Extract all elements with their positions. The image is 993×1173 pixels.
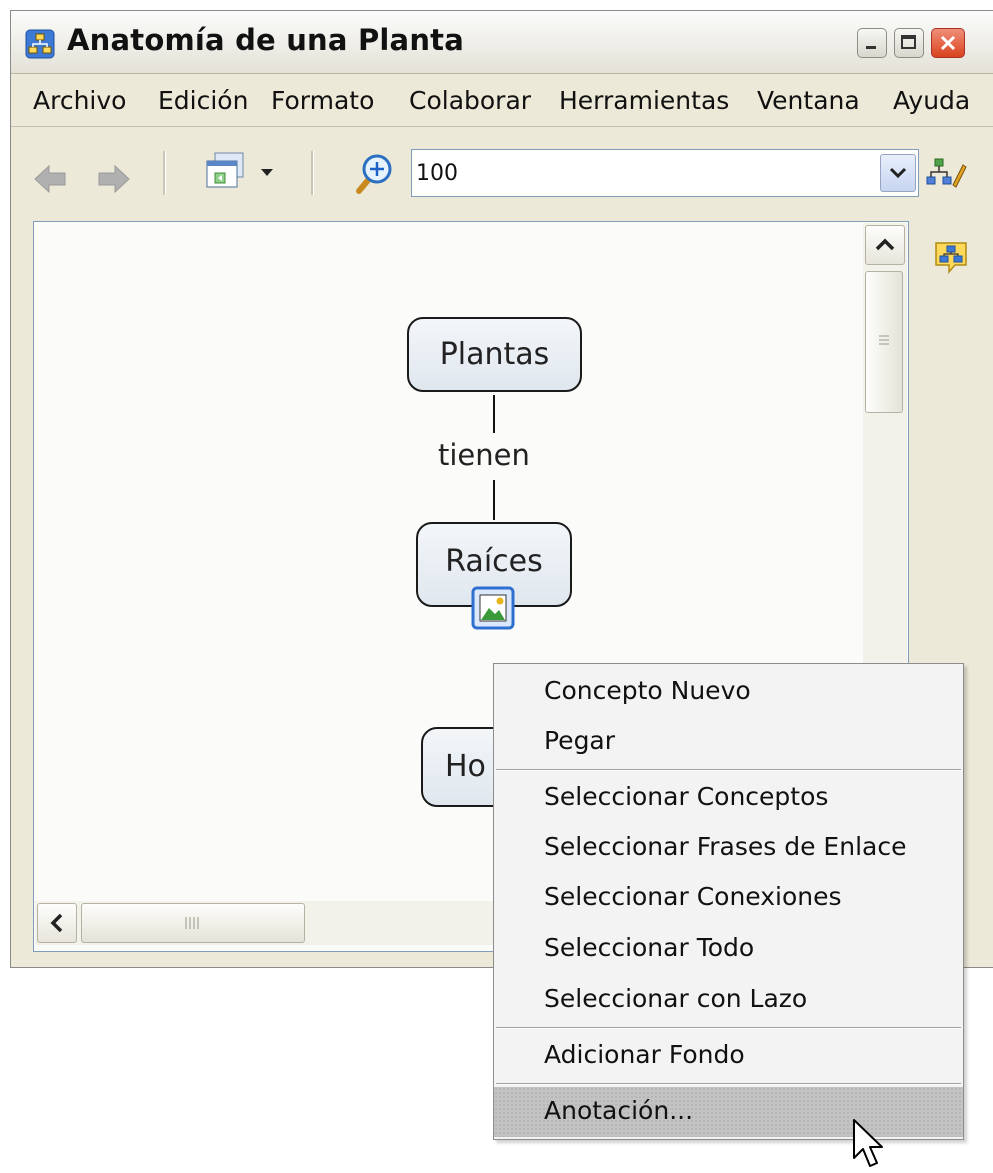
scroll-left-button[interactable] [37,903,77,943]
menu-ayuda[interactable]: Ayuda [893,86,970,115]
menu-item-anotacion[interactable]: Anotación... [494,1087,963,1137]
menu-item-seleccionar-con-lazo[interactable]: Seleccionar con Lazo [494,975,963,1023]
concept-map-comment-icon[interactable] [933,239,969,275]
menu-bar: Archivo Edición Formato Colaborar Herram… [11,74,993,127]
zoom-icon[interactable] [349,149,399,199]
link-phrase-tienen[interactable]: tienen [438,438,530,472]
vertical-scroll-thumb[interactable] [865,271,903,413]
chevron-up-icon [875,238,895,251]
chevron-left-icon [50,913,63,933]
back-arrow-icon[interactable] [31,159,71,199]
zoom-input[interactable] [416,156,856,190]
chevron-down-icon [889,167,907,179]
menu-edicion[interactable]: Edición [158,86,248,115]
style-palette-icon[interactable] [923,155,967,195]
connection-line [493,480,495,520]
menu-herramientas[interactable]: Herramientas [559,86,729,115]
menu-separator [496,769,961,771]
mouse-pointer-icon [853,1119,883,1167]
forward-arrow-icon[interactable] [93,159,133,199]
image-resource-icon[interactable] [471,586,515,630]
maximize-icon [901,35,916,49]
menu-item-adicionar-fondo[interactable]: Adicionar Fondo [494,1031,963,1079]
view-window-button[interactable] [201,151,279,195]
minimize-button[interactable] [857,28,887,58]
concept-label: Ho [445,749,486,784]
menu-item-seleccionar-conexiones[interactable]: Seleccionar Conexiones [494,873,963,921]
menu-separator [496,1083,961,1085]
menu-archivo[interactable]: Archivo [33,86,126,115]
menu-colaborar[interactable]: Colaborar [409,86,531,115]
cmap-app-icon [25,29,55,59]
zoom-dropdown-button[interactable] [880,154,916,192]
connection-line [493,395,495,433]
title-bar[interactable]: Anatomía de una Planta [11,11,993,74]
maximize-button[interactable] [894,28,924,58]
view-window-icon [206,152,244,188]
grip-icon [879,335,889,345]
menu-item-concepto-nuevo[interactable]: Concepto Nuevo [494,667,963,715]
menu-formato[interactable]: Formato [271,86,374,115]
chevron-down-icon [261,169,273,176]
grip-icon [185,917,199,929]
context-menu: Concepto Nuevo Pegar Seleccionar Concept… [493,663,964,1140]
menu-item-pegar[interactable]: Pegar [494,717,963,765]
menu-item-seleccionar-frases-de-enlace[interactable]: Seleccionar Frases de Enlace [494,823,963,871]
close-button[interactable] [931,28,965,58]
concept-label: Raíces [445,544,543,579]
close-icon [940,35,956,51]
scroll-up-button[interactable] [865,225,905,265]
toolbar-separator [163,151,166,195]
toolbar [11,129,993,221]
concept-node-plantas[interactable]: Plantas [407,317,582,392]
menu-separator [496,1027,961,1029]
minimize-icon [866,46,876,49]
menu-item-seleccionar-conceptos[interactable]: Seleccionar Conceptos [494,773,963,821]
toolbar-separator [311,151,314,195]
menu-item-seleccionar-todo[interactable]: Seleccionar Todo [494,924,963,972]
window-title: Anatomía de una Planta [67,23,464,57]
concept-label: Plantas [439,337,550,372]
menu-ventana[interactable]: Ventana [757,86,860,115]
horizontal-scroll-thumb[interactable] [81,903,305,943]
zoom-combo[interactable] [411,149,919,197]
